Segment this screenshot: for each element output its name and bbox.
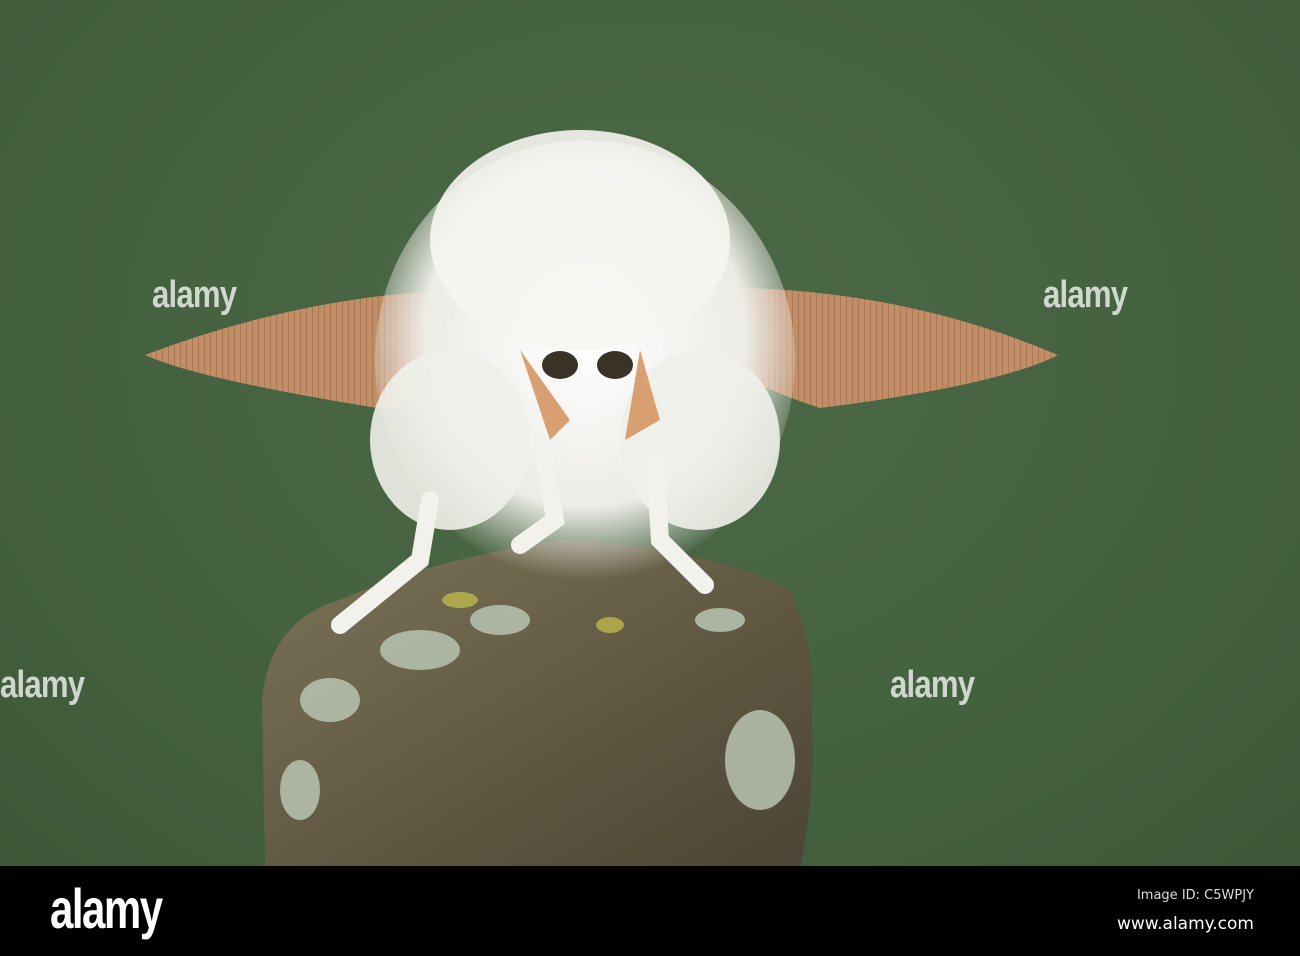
watermark: alamy	[1043, 274, 1128, 316]
watermark: alamy	[890, 664, 975, 706]
watermark: alamy	[0, 664, 85, 706]
image-id: Image ID: C5WPJY	[1136, 888, 1254, 903]
moth-photo: alamy alamy alamy alamy	[0, 0, 1300, 866]
watermark: alamy	[152, 274, 237, 316]
footer-bar: alamy Image ID: C5WPJY www.alamy.com	[0, 866, 1300, 956]
alamy-logo: alamy	[50, 877, 163, 940]
moth-illustration	[145, 130, 1058, 866]
site-url[interactable]: www.alamy.com	[1117, 914, 1254, 934]
